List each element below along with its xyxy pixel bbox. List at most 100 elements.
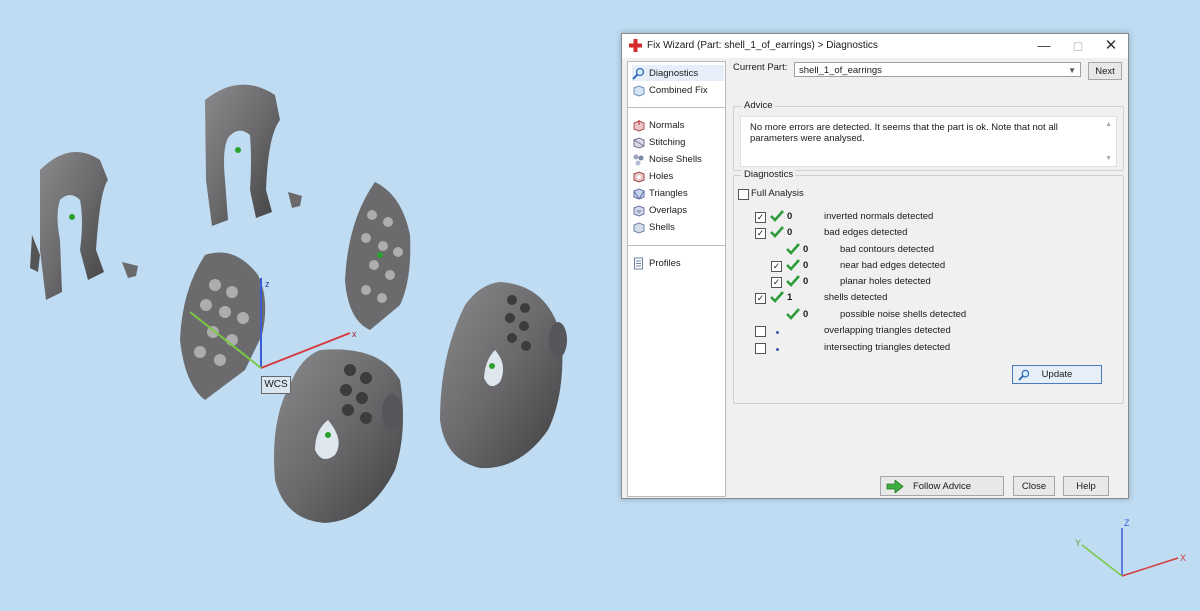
bad-edges-label: bad edges detected (824, 227, 908, 238)
current-part-select[interactable]: shell_1_of_earrings ▼ (794, 62, 1081, 77)
earring-hook-part (30, 152, 138, 300)
red-cross-icon (629, 39, 642, 52)
earring-hook-part (205, 84, 302, 227)
near-bad-edges-checkbox[interactable]: ✓ (771, 261, 782, 272)
overlaps-cube-icon (633, 204, 645, 217)
sidebar-item-diagnostics[interactable]: Diagnostics (632, 65, 724, 81)
overlapping-triangles-checkbox[interactable] (755, 326, 766, 337)
sidebar-item-noise-shells[interactable]: Noise Shells (632, 151, 724, 167)
lattice-plate-part (180, 252, 266, 400)
magnifier-icon (1018, 369, 1030, 381)
planar-holes-count: 0 (803, 276, 809, 287)
intersecting-triangles-checkbox[interactable] (755, 343, 766, 354)
help-button[interactable]: Help (1063, 476, 1109, 496)
close-button[interactable]: Close (1013, 476, 1055, 496)
sidebar-item-combined-fix[interactable]: Combined Fix (632, 82, 724, 98)
sidebar-item-label: Shells (649, 221, 675, 233)
green-check-icon (770, 210, 784, 222)
sidebar-item-label: Overlaps (649, 204, 688, 216)
overlapping-triangles-label: overlapping triangles detected (824, 325, 951, 336)
planar-holes-label: planar holes detected (840, 276, 931, 287)
green-check-icon (786, 275, 800, 287)
green-check-icon (770, 291, 784, 303)
sidebar-item-holes[interactable]: Holes (632, 168, 724, 184)
sidebar-item-label: Normals (649, 119, 685, 131)
triad-y-label: Y (1075, 538, 1081, 548)
shells-checkbox[interactable]: ✓ (755, 293, 766, 304)
green-check-icon (786, 308, 800, 320)
sidebar-item-shells[interactable]: Shells (632, 219, 724, 235)
planar-holes-checkbox[interactable]: ✓ (771, 277, 782, 288)
wcs-axis-z-label: z (265, 279, 270, 289)
wizard-sidebar: Diagnostics Combined Fix Normals Stitchi… (627, 61, 726, 497)
current-part-value: shell_1_of_earrings (799, 65, 882, 76)
sidebar-item-triangles[interactable]: Triangles (632, 185, 724, 201)
sidebar-item-stitching[interactable]: Stitching (632, 134, 724, 150)
full-analysis-label: Full Analysis (751, 188, 804, 199)
sidebar-item-label: Noise Shells (649, 153, 702, 165)
wcs-label: WCS (261, 376, 291, 394)
orientation-triad: Z X Y (1075, 518, 1186, 577)
intersecting-triangles-label: intersecting triangles detected (824, 342, 951, 353)
fix-wizard-dialog: Fix Wizard (Part: shell_1_of_earrings) >… (621, 33, 1129, 499)
sidebar-item-overlaps[interactable]: Overlaps (632, 202, 724, 218)
maximize-button[interactable]: ◻ (1061, 34, 1095, 58)
cube-icon (633, 84, 645, 97)
follow-advice-label: Follow Advice (912, 480, 972, 492)
advice-group: Advice No more errors are detected. It s… (733, 100, 1124, 171)
full-analysis-checkbox[interactable] (738, 189, 749, 200)
pending-dot-icon (776, 348, 779, 351)
sidebar-item-label: Holes (649, 170, 674, 182)
sidebar-item-normals[interactable]: Normals (632, 117, 724, 133)
near-bad-edges-count: 0 (803, 260, 809, 271)
green-check-icon (786, 243, 800, 255)
dialog-title: Fix Wizard (Part: shell_1_of_earrings) >… (647, 40, 878, 51)
green-arrow-icon (886, 480, 904, 493)
sidebar-item-label: Triangles (649, 187, 688, 199)
shells-cube-icon (633, 221, 645, 234)
current-part-label: Current Part: (733, 62, 788, 73)
noise-shells-label: possible noise shells detected (840, 309, 967, 320)
chevron-down-icon: ▼ (1068, 66, 1076, 75)
inverted-normals-label: inverted normals detected (824, 211, 934, 222)
wcs-axis-x-label: x (352, 329, 357, 339)
triad-x-label: X (1180, 553, 1186, 563)
normals-cube-icon (633, 119, 645, 132)
next-button[interactable]: Next (1088, 62, 1122, 80)
scroll-down-icon[interactable]: ▼ (1105, 155, 1112, 162)
sidebar-divider (628, 245, 725, 246)
follow-advice-button[interactable]: Follow Advice (880, 476, 1004, 496)
bad-edges-checkbox[interactable]: ✓ (755, 228, 766, 239)
triangles-cube-icon (633, 187, 645, 200)
lattice-plate-part (345, 182, 411, 330)
earring-shell-part (274, 349, 404, 523)
shells-label: shells detected (824, 292, 888, 303)
document-icon (634, 257, 643, 269)
diagnostics-title: Diagnostics (742, 169, 796, 180)
stitching-cube-icon (633, 136, 645, 149)
window-close-button[interactable]: ✕ (1094, 34, 1128, 58)
near-bad-edges-label: near bad edges detected (840, 260, 946, 271)
sidebar-item-label: Stitching (649, 136, 686, 148)
sidebar-item-label: Diagnostics (649, 67, 699, 79)
inverted-normals-count: 0 (787, 211, 793, 222)
green-check-icon (786, 259, 800, 271)
green-check-icon (770, 226, 784, 238)
bad-contours-label: bad contours detected (840, 244, 935, 255)
3d-viewport[interactable]: z x (0, 0, 620, 611)
sidebar-divider (628, 107, 725, 108)
bad-contours-count: 0 (803, 244, 809, 255)
update-button[interactable]: Update (1012, 365, 1102, 384)
advice-textbox[interactable]: No more errors are detected. It seems th… (740, 116, 1117, 167)
sidebar-item-profiles[interactable]: Profiles (632, 255, 724, 271)
minimize-button[interactable]: — (1027, 34, 1061, 58)
advice-title: Advice (742, 100, 775, 111)
dialog-titlebar[interactable]: Fix Wizard (Part: shell_1_of_earrings) >… (622, 34, 1128, 58)
update-button-label: Update (1041, 369, 1073, 380)
earring-shell-part (440, 282, 567, 469)
inverted-normals-checkbox[interactable]: ✓ (755, 212, 766, 223)
noise-shells-icon (633, 154, 644, 165)
scroll-up-icon[interactable]: ▲ (1105, 121, 1112, 128)
shells-count: 1 (787, 292, 793, 303)
sidebar-item-label: Combined Fix (649, 84, 708, 96)
